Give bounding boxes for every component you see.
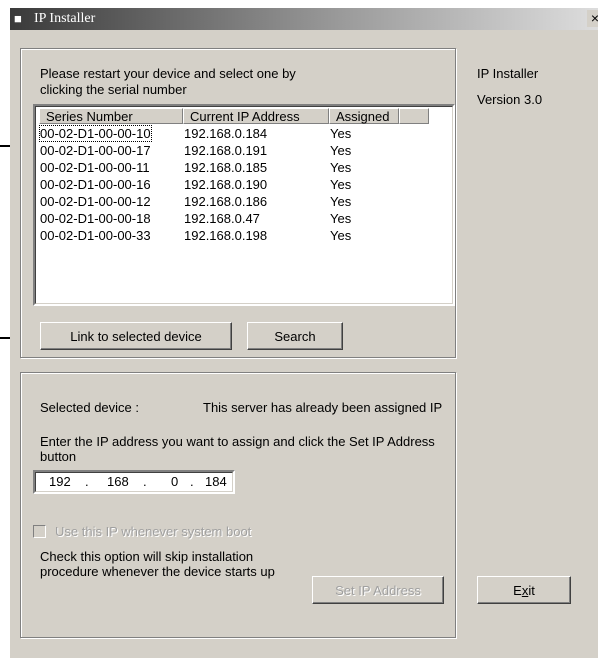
ip-cell[interactable]: 192.168.0.185: [184, 160, 267, 175]
list-item[interactable]: 00-02-D1-00-00-10 192.168.0.184 Yes: [35, 125, 435, 142]
use-ip-on-boot-checkbox[interactable]: [33, 525, 46, 538]
selected-device-label: Selected device :: [40, 400, 140, 415]
link-to-selected-device-button[interactable]: Link to selected device: [40, 322, 232, 350]
assigned-cell[interactable]: Yes: [330, 143, 351, 158]
serial-cell[interactable]: 00-02-D1-00-00-10: [39, 125, 152, 142]
ip-cell[interactable]: 192.168.0.198: [184, 228, 267, 243]
list-item[interactable]: 00-02-D1-00-00-33 192.168.0.198 Yes: [35, 228, 435, 243]
ip-cell[interactable]: 192.168.0.184: [184, 126, 267, 141]
exit-label-pre: E: [513, 583, 522, 598]
assigned-cell[interactable]: Yes: [330, 160, 351, 175]
assigned-cell[interactable]: Yes: [330, 177, 351, 192]
ip-address-input[interactable]: 192 . 168 . 0 . 184: [33, 470, 235, 494]
list-item[interactable]: 00-02-D1-00-00-18 192.168.0.47 Yes: [35, 211, 435, 226]
instruction-line-1: Please restart your device and select on…: [40, 66, 296, 81]
serial-cell[interactable]: 00-02-D1-00-00-17: [40, 143, 151, 158]
serial-cell[interactable]: 00-02-D1-00-00-11: [40, 160, 150, 175]
ip-separator: .: [190, 474, 194, 489]
exit-label-post: it: [528, 583, 535, 598]
ip-separator: .: [143, 474, 147, 489]
about-name: IP Installer: [477, 66, 539, 81]
assigned-cell[interactable]: Yes: [330, 126, 351, 141]
note-line-2: procedure whenever the device starts up: [40, 564, 275, 579]
list-item[interactable]: 00-02-D1-00-00-17 192.168.0.191 Yes: [35, 143, 435, 158]
serial-cell[interactable]: 00-02-D1-00-00-12: [40, 194, 151, 209]
column-header-empty[interactable]: [399, 108, 429, 124]
instruction-line-2: clicking the serial number: [40, 82, 187, 97]
serial-cell[interactable]: 00-02-D1-00-00-18: [40, 211, 151, 226]
column-header-serial[interactable]: Series Number: [39, 108, 183, 124]
ip-cell[interactable]: 192.168.0.186: [184, 194, 267, 209]
device-list[interactable]: Series Number Current IP Address Assigne…: [33, 104, 455, 306]
selected-device-status: This server has already been assigned IP: [203, 400, 443, 415]
list-item[interactable]: 00-02-D1-00-00-12 192.168.0.186 Yes: [35, 194, 435, 209]
title-bar[interactable]: ■ IP Installer ×: [10, 8, 598, 30]
ip-cell[interactable]: 192.168.0.191: [184, 143, 267, 158]
ip-cell[interactable]: 192.168.0.190: [184, 177, 267, 192]
ip-octet-3[interactable]: 0: [171, 474, 178, 489]
app-icon: ■: [14, 11, 22, 26]
assigned-cell[interactable]: Yes: [330, 211, 351, 226]
ip-octet-2[interactable]: 168: [107, 474, 129, 489]
assign-prompt-line-1: Enter the IP address you want to assign …: [40, 434, 435, 449]
window-title: IP Installer: [34, 11, 96, 26]
assigned-cell[interactable]: Yes: [330, 228, 351, 243]
assign-prompt-line-2: button: [40, 449, 77, 464]
list-item[interactable]: 00-02-D1-00-00-11 192.168.0.185 Yes: [35, 160, 435, 175]
exit-button[interactable]: Exit: [477, 576, 571, 604]
list-item[interactable]: 00-02-D1-00-00-16 192.168.0.190 Yes: [35, 177, 435, 192]
set-ip-address-button[interactable]: Set IP Address: [312, 576, 444, 604]
about-version: Version 3.0: [477, 92, 543, 107]
ip-octet-4[interactable]: 184: [205, 474, 227, 489]
assigned-cell[interactable]: Yes: [330, 194, 351, 209]
ip-octet-1[interactable]: 192: [49, 474, 71, 489]
use-ip-on-boot-label[interactable]: Use this IP whenever system boot: [55, 524, 251, 539]
serial-cell[interactable]: 00-02-D1-00-00-16: [40, 177, 151, 192]
search-button[interactable]: Search: [247, 322, 343, 350]
serial-cell[interactable]: 00-02-D1-00-00-33: [40, 228, 151, 243]
ip-cell[interactable]: 192.168.0.47: [184, 211, 260, 226]
note-line-1: Check this option will skip installation: [40, 549, 254, 564]
ip-separator: .: [85, 474, 89, 489]
column-header-assigned[interactable]: Assigned: [329, 108, 399, 124]
column-header-ip[interactable]: Current IP Address: [183, 108, 329, 124]
close-button[interactable]: ×: [587, 10, 598, 27]
